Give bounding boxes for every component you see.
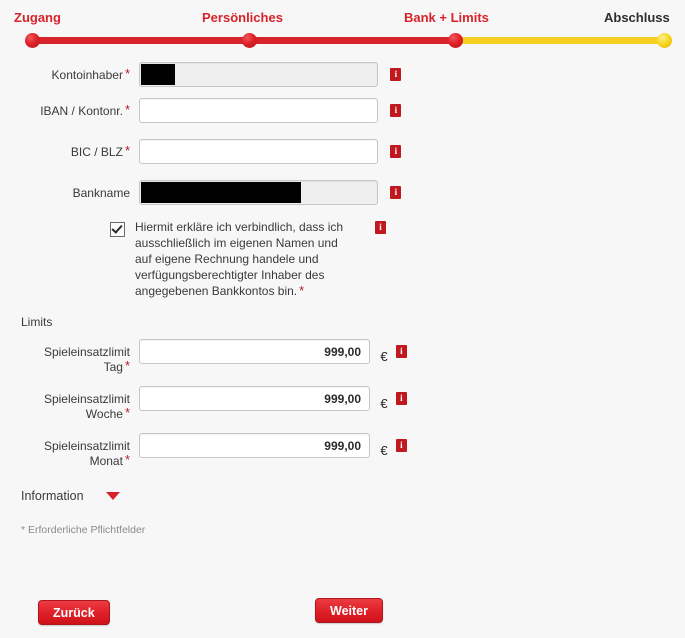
field-cell-bic: i (139, 139, 402, 164)
label-bic: BIC / BLZ * (0, 139, 130, 160)
form-row-limit-woche: Spieleinsatzlimit Woche* € i (0, 386, 685, 422)
bic-input[interactable] (139, 139, 378, 164)
limit-woche-input[interactable] (139, 386, 370, 411)
step-dot-zugang[interactable] (25, 33, 40, 48)
label-limit-tag-line1: Spieleinsatzlimit (43, 345, 130, 359)
field-cell-iban: i (139, 98, 402, 123)
label-limit-monat-line1: Spieleinsatzlimit (43, 439, 130, 453)
bankname-redaction (141, 182, 301, 203)
step-label-abschluss: Abschluss (604, 10, 670, 25)
declaration-text: Hiermit erkläre ich verbindlich, dass ic… (135, 220, 344, 298)
currency-symbol-monat: € (380, 442, 388, 458)
label-limit-woche-line2: Woche (85, 407, 123, 421)
information-accordion-toggle[interactable]: Information (21, 489, 141, 503)
label-limit-monat: Spieleinsatzlimit Monat * (0, 433, 130, 469)
declaration-required-marker: * (299, 283, 305, 298)
step-dot-bank-limits[interactable] (448, 33, 463, 48)
step-dot-persoenliches[interactable] (242, 33, 257, 48)
required-marker: * (124, 102, 130, 117)
info-icon-bankname[interactable]: i (390, 186, 402, 199)
next-button[interactable]: Weiter (315, 598, 383, 623)
info-icon-limit-tag[interactable]: i (395, 345, 407, 358)
limits-form: Spieleinsatzlimit Tag* € i Spieleinsatzl… (0, 339, 685, 469)
progress-track-remaining (452, 37, 667, 44)
label-limit-tag: Spieleinsatzlimit Tag * (0, 339, 130, 375)
iban-input[interactable] (139, 98, 378, 123)
form-actions: Zurück Weiter (0, 598, 685, 628)
info-icon-limit-woche[interactable]: i (395, 392, 407, 405)
label-limit-monat-line2: Monat (89, 454, 123, 468)
field-cell-bankname: i (139, 180, 402, 205)
back-button[interactable]: Zurück (38, 600, 110, 625)
label-bic-text: BIC / BLZ (70, 145, 123, 159)
label-limit-woche: Spieleinsatzlimit Woche * (0, 386, 130, 422)
currency-symbol-tag: € (380, 348, 388, 364)
information-label: Information (21, 489, 84, 503)
label-bankname: Bankname (0, 180, 130, 201)
info-icon-iban[interactable]: i (390, 104, 402, 117)
step-label-persoenliches[interactable]: Persönliches (202, 10, 283, 25)
currency-symbol-woche: € (380, 395, 388, 411)
form-row-bankname: Bankname i (0, 180, 685, 205)
bank-details-form: Kontoinhaber * i IBAN / Kontonr. * i BIC /… (0, 56, 685, 299)
limits-section-title: Limits (21, 315, 53, 329)
field-cell-kontoinhaber: i (139, 62, 402, 87)
info-icon-kontoinhaber[interactable]: i (390, 68, 402, 81)
required-fields-footnote: * Erforderliche Pflichtfelder (21, 524, 146, 536)
chevron-down-icon[interactable] (105, 492, 120, 500)
required-marker: * (124, 143, 130, 158)
required-marker: * (124, 452, 130, 467)
label-iban-text: IBAN / Kontonr. (40, 104, 123, 118)
form-row-bic: BIC / BLZ * i (0, 139, 685, 164)
label-kontoinhaber: Kontoinhaber * (0, 62, 130, 83)
declaration-text-wrap: Hiermit erkläre ich verbindlich, dass ic… (135, 219, 345, 299)
declaration-row: Hiermit erkläre ich verbindlich, dass ic… (0, 219, 685, 299)
kontoinhaber-redaction (141, 64, 175, 85)
info-icon-declaration[interactable]: i (375, 221, 386, 234)
form-row-kontoinhaber: Kontoinhaber * i (0, 62, 685, 87)
label-limit-tag-line2: Tag (103, 360, 123, 374)
info-icon-limit-monat[interactable]: i (395, 439, 407, 452)
limit-tag-input[interactable] (139, 339, 370, 364)
step-label-bank-limits[interactable]: Bank + Limits (404, 10, 489, 25)
step-label-zugang[interactable]: Zugang (14, 10, 61, 25)
required-marker: * (124, 66, 130, 81)
progress-stepper: Zugang Persönliches Bank + Limits Abschl… (0, 0, 685, 56)
field-cell-limit-monat: € i (139, 433, 407, 458)
label-limit-woche-line1: Spieleinsatzlimit (43, 392, 130, 406)
limit-monat-input[interactable] (139, 433, 370, 458)
form-row-limit-monat: Spieleinsatzlimit Monat* € i (0, 433, 685, 469)
label-kontoinhaber-text: Kontoinhaber (51, 68, 123, 82)
step-dot-abschluss[interactable] (657, 33, 672, 48)
field-cell-limit-woche: € i (139, 386, 407, 411)
info-icon-bic[interactable]: i (390, 145, 402, 158)
label-bankname-text: Bankname (72, 186, 130, 200)
form-row-iban: IBAN / Kontonr. * i (0, 98, 685, 123)
field-cell-limit-tag: € i (139, 339, 407, 364)
required-marker: * (124, 405, 130, 420)
form-row-limit-tag: Spieleinsatzlimit Tag* € i (0, 339, 685, 375)
declaration-checkbox[interactable] (110, 222, 125, 237)
label-iban: IBAN / Kontonr. * (0, 98, 130, 119)
required-marker: * (124, 358, 130, 373)
